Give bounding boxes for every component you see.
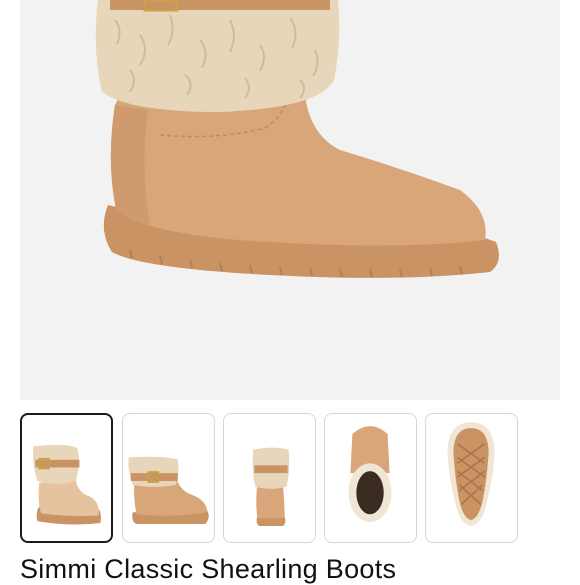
boot-main-illustration: [95, 0, 499, 278]
thumbnail-sole[interactable]: [425, 413, 518, 543]
main-product-image[interactable]: [20, 0, 560, 400]
thumbnail-angled-front[interactable]: [20, 413, 113, 543]
thumbnail-boot-image: [447, 422, 495, 526]
thumbnail-boot-image: [33, 444, 101, 525]
thumbnail-boot-image: [348, 426, 392, 523]
thumbnail-top-down[interactable]: [324, 413, 417, 543]
thumbnail-side[interactable]: [122, 413, 215, 543]
thumbnail-back[interactable]: [223, 413, 316, 543]
thumbnail-gallery: [20, 413, 560, 545]
thumbnail-boot-image: [128, 456, 209, 524]
thumbnail-boot-image: [252, 447, 290, 526]
product-title: Simmi Classic Shearling Boots: [20, 554, 397, 584]
